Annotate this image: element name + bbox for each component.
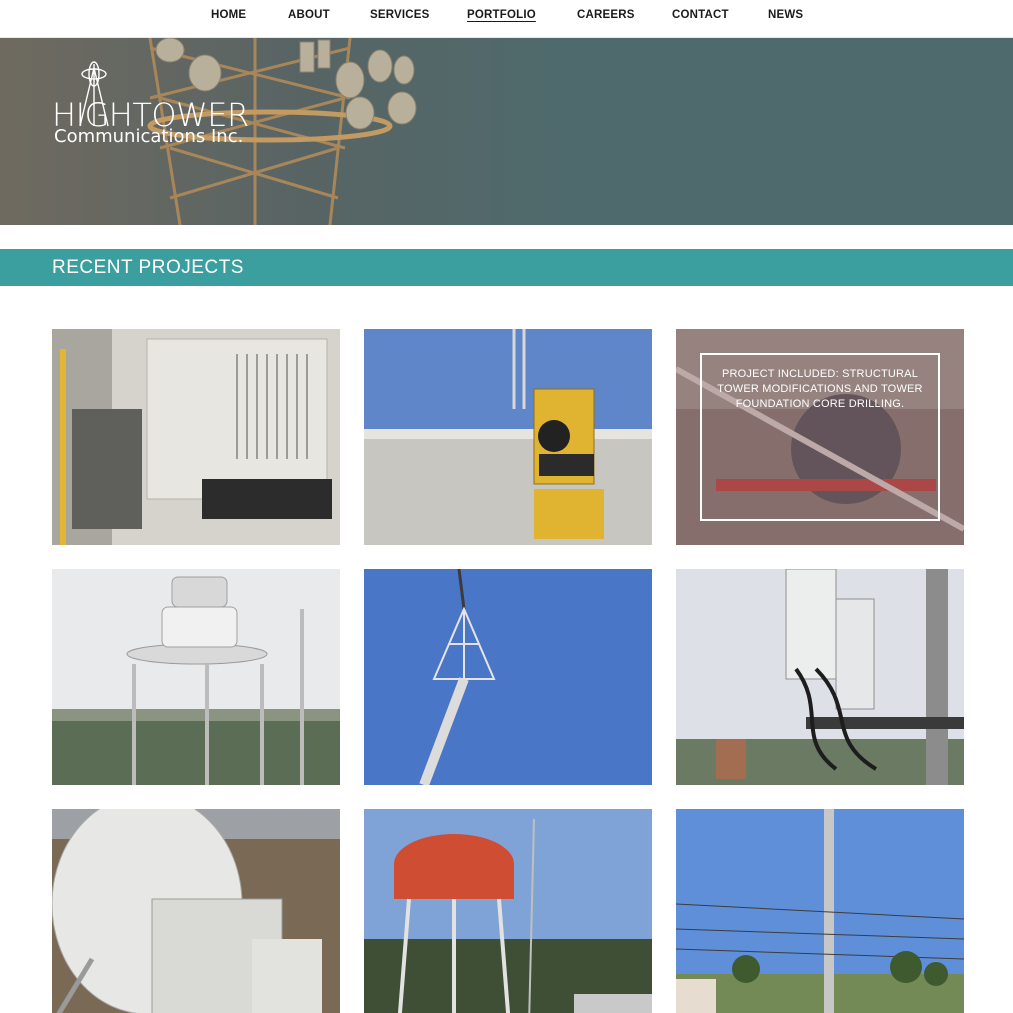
- project-tile-4[interactable]: [52, 569, 340, 785]
- project-tile-7[interactable]: [52, 809, 340, 1013]
- main-navigation: HOME ABOUT SERVICES PORTFOLIO CAREERS CO…: [0, 0, 1013, 38]
- hero-banner: HIGHTOWER Communications Inc.: [0, 38, 1013, 225]
- project-image-monopole: [676, 809, 964, 1013]
- nav-item-home[interactable]: HOME: [211, 9, 246, 21]
- section-title: RECENT PROJECTS: [52, 257, 244, 278]
- project-image-radio-unit: [676, 569, 964, 785]
- project-tile-3[interactable]: PROJECT INCLUDED: STRUCTURAL TOWER MODIF…: [676, 329, 964, 545]
- project-image-theodolite: [364, 329, 652, 545]
- project-caption: PROJECT INCLUDED: STRUCTURAL TOWER MODIF…: [717, 368, 923, 410]
- project-tile-8[interactable]: [364, 809, 652, 1013]
- project-tile-6[interactable]: [676, 569, 964, 785]
- project-image-tower-lift: [364, 569, 652, 785]
- nav-list: HOME ABOUT SERVICES PORTFOLIO CAREERS CO…: [0, 0, 1013, 38]
- project-image-microwave-dish: [52, 809, 340, 1013]
- project-tile-9[interactable]: [676, 809, 964, 1013]
- company-logo[interactable]: HIGHTOWER Communications Inc.: [52, 60, 262, 156]
- section-header: RECENT PROJECTS: [0, 249, 1013, 286]
- project-tile-1[interactable]: [52, 329, 340, 545]
- nav-item-contact[interactable]: CONTACT: [672, 9, 729, 21]
- nav-item-portfolio[interactable]: PORTFOLIO: [467, 9, 536, 21]
- nav-item-careers[interactable]: CAREERS: [577, 9, 635, 21]
- project-tile-2[interactable]: [364, 329, 652, 545]
- logo-subtitle: Communications Inc.: [54, 126, 244, 147]
- project-image-equipment-rack: [52, 329, 340, 545]
- nav-item-services[interactable]: SERVICES: [370, 9, 430, 21]
- project-caption-frame: PROJECT INCLUDED: STRUCTURAL TOWER MODIF…: [700, 353, 940, 521]
- project-tile-5[interactable]: [364, 569, 652, 785]
- nav-item-about[interactable]: ABOUT: [288, 9, 330, 21]
- nav-item-news[interactable]: NEWS: [768, 9, 803, 21]
- project-image-water-tower: [364, 809, 652, 1013]
- project-image-obstruction-light: [52, 569, 340, 785]
